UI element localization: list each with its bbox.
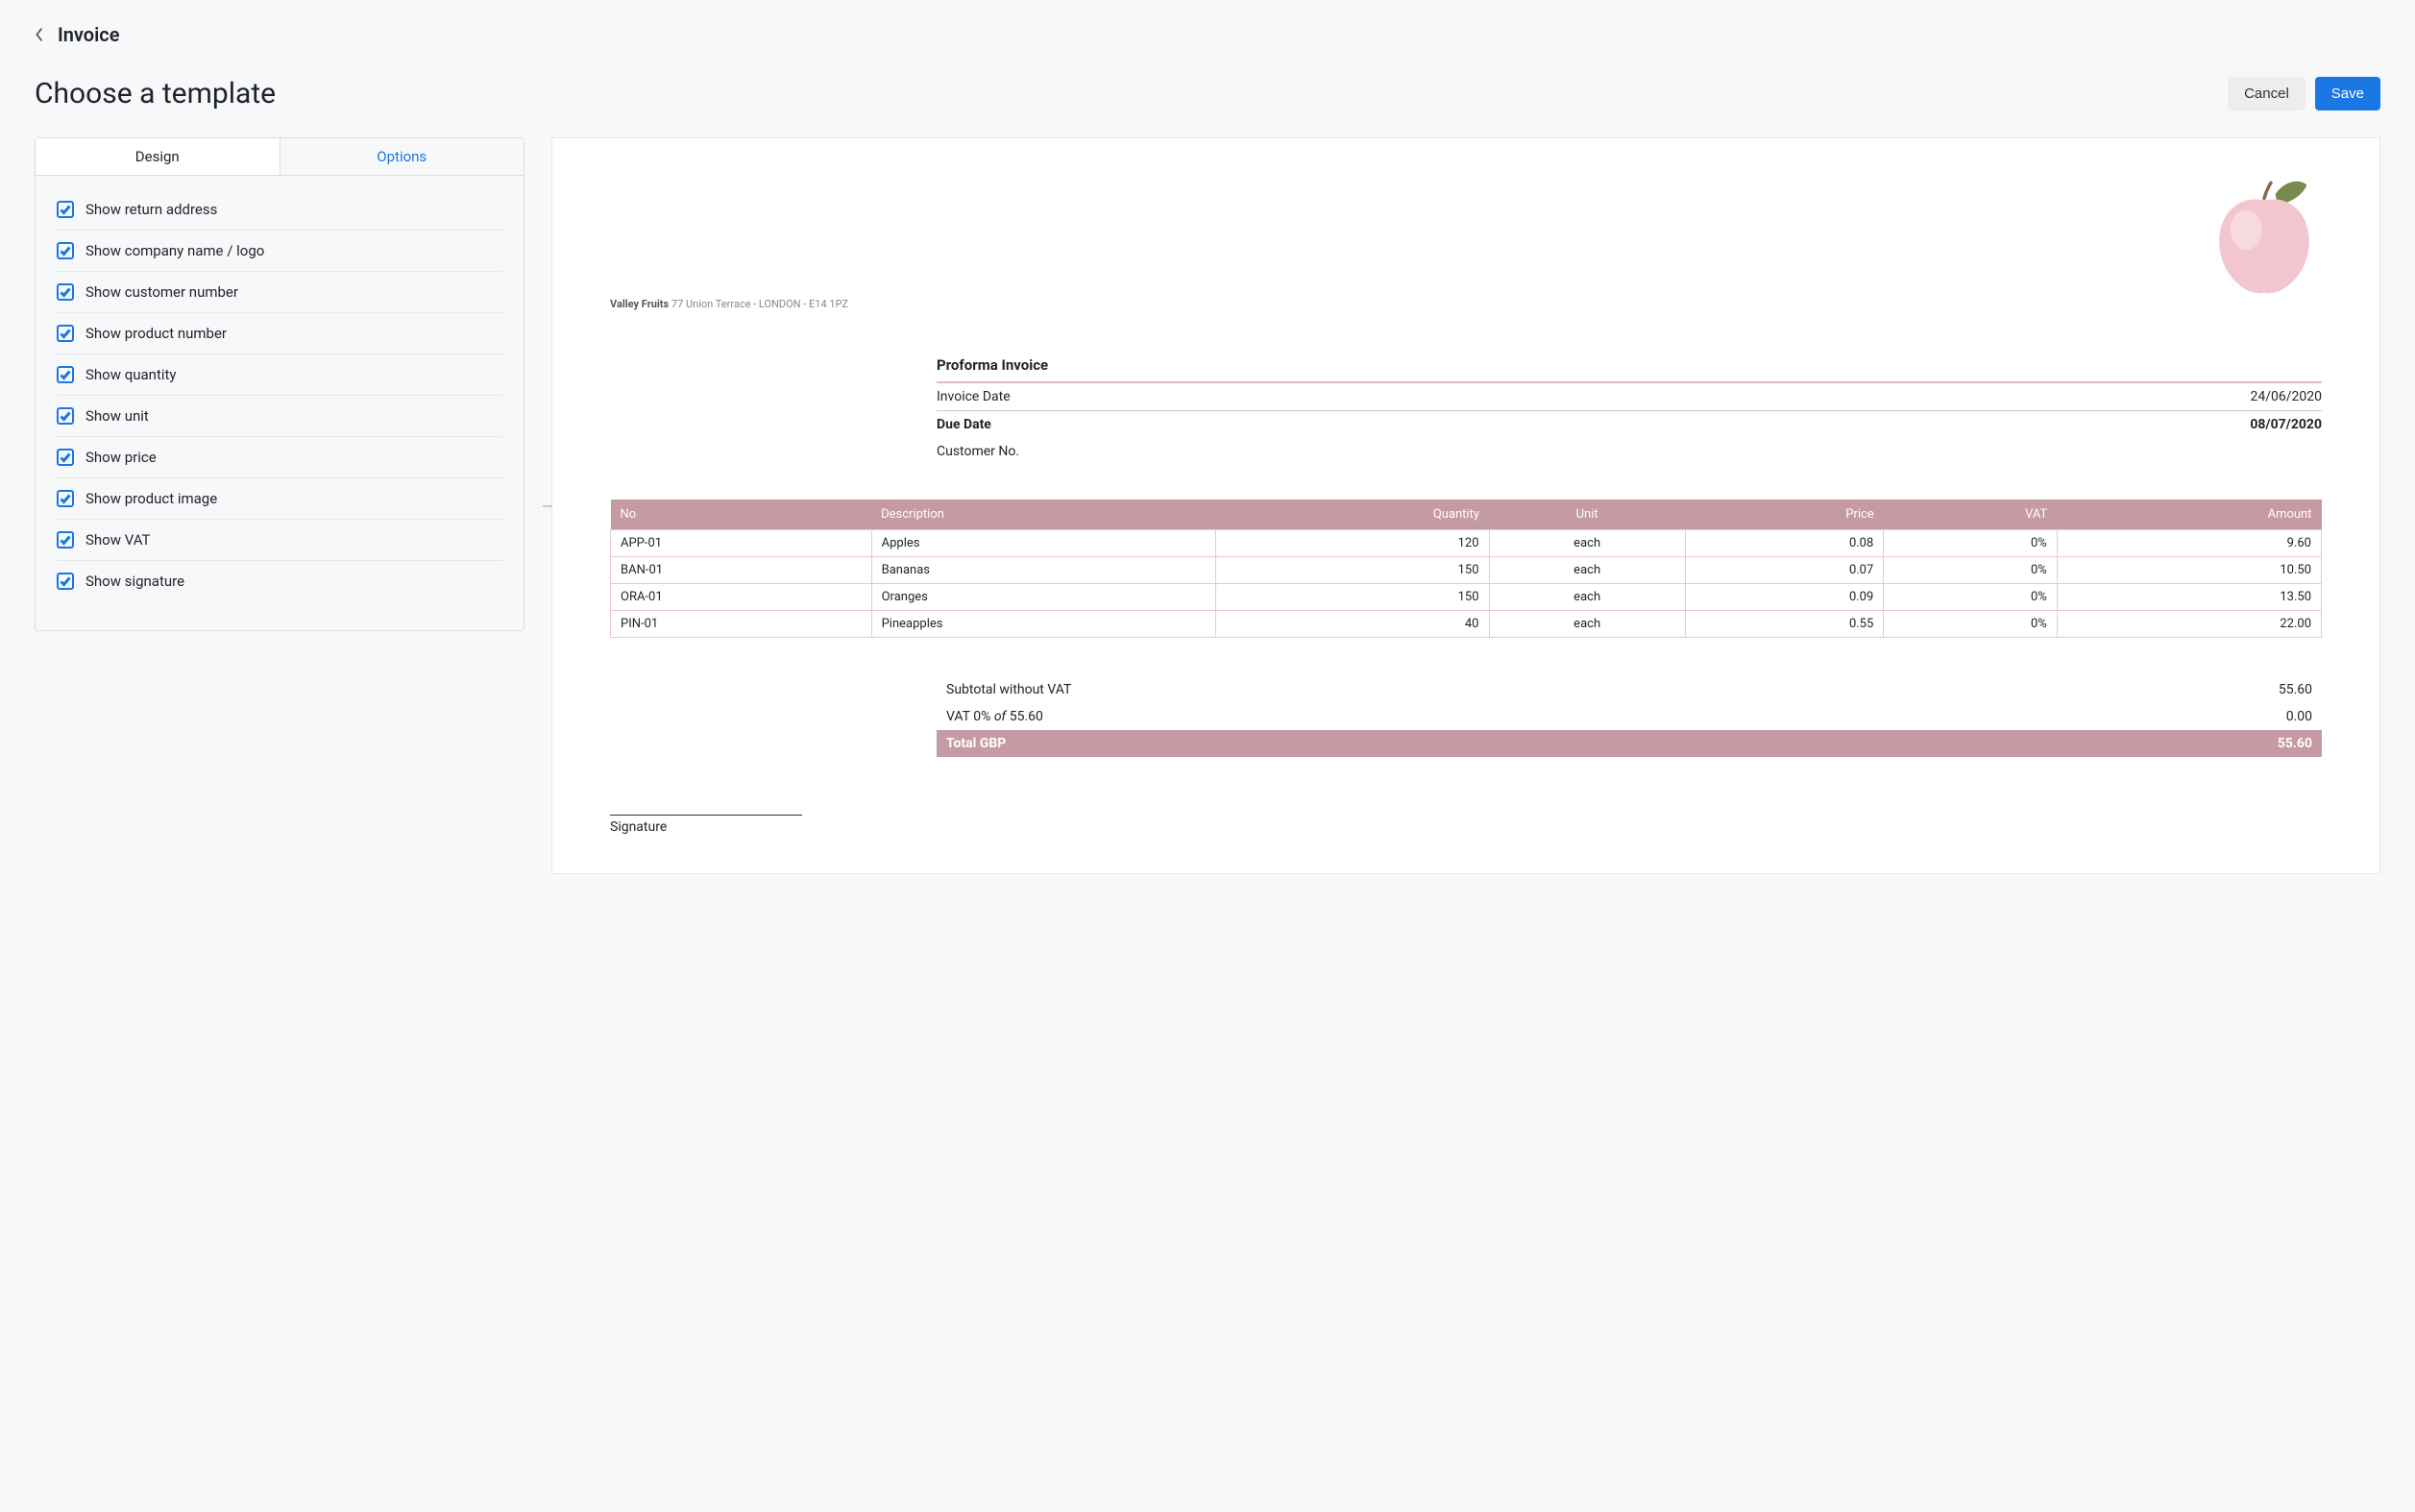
checkbox-1[interactable]: [57, 242, 74, 259]
option-label: Show product number: [85, 325, 227, 342]
table-row: PIN-01Pineapples40each0.550%22.00: [611, 611, 2322, 638]
table-row: ORA-01Oranges150each0.090%13.50: [611, 584, 2322, 611]
invoice-preview: Valley Fruits 77 Union Terrace - LONDON …: [551, 137, 2380, 874]
signature-line: [610, 815, 802, 816]
vat-line-label: VAT 0% of 55.60: [946, 709, 1043, 724]
checkbox-8[interactable]: [57, 531, 74, 549]
back-chevron-icon[interactable]: [35, 28, 46, 41]
checkbox-3[interactable]: [57, 325, 74, 342]
option-label: Show VAT: [85, 531, 151, 549]
col-unit: Unit: [1489, 500, 1685, 530]
checkbox-0[interactable]: [57, 201, 74, 218]
col-amount: Amount: [2057, 500, 2321, 530]
checkbox-7[interactable]: [57, 490, 74, 507]
option-label: Show company name / logo: [85, 242, 264, 259]
cancel-button[interactable]: Cancel: [2228, 77, 2305, 110]
customer-no-label: Customer No.: [937, 444, 1019, 459]
document-title: Proforma Invoice: [937, 349, 2322, 383]
invoice-date-value: 24/06/2020: [2251, 389, 2323, 404]
col-description: Description: [871, 500, 1215, 530]
option-label: Show quantity: [85, 366, 177, 383]
checkbox-9[interactable]: [57, 573, 74, 590]
col-price: Price: [1685, 500, 1884, 530]
design-panel: Design Options Show return address Show c…: [35, 137, 524, 631]
option-label: Show price: [85, 449, 157, 466]
total-value: 55.60: [2278, 736, 2312, 751]
due-date-label: Due Date: [937, 417, 991, 432]
option-label: Show unit: [85, 407, 149, 425]
resize-handle-left[interactable]: [543, 505, 552, 507]
signature-label: Signature: [610, 819, 667, 835]
subtotal-value: 55.60: [2279, 682, 2312, 697]
checkbox-5[interactable]: [57, 407, 74, 425]
checkbox-2[interactable]: [57, 283, 74, 301]
breadcrumb[interactable]: Invoice: [58, 23, 120, 46]
checkbox-6[interactable]: [57, 449, 74, 466]
table-row: APP-01Apples120each0.080%9.60: [611, 530, 2322, 557]
line-items-table: No Description Quantity Unit Price VAT A…: [610, 500, 2322, 638]
invoice-date-label: Invoice Date: [937, 389, 1011, 404]
total-label: Total GBP: [946, 736, 1006, 751]
tab-options[interactable]: Options: [281, 138, 524, 175]
option-label: Show signature: [85, 573, 184, 590]
page-title: Choose a template: [35, 77, 276, 110]
return-address: Valley Fruits 77 Union Terrace - LONDON …: [610, 298, 2322, 310]
company-logo: [2197, 167, 2331, 302]
tab-design[interactable]: Design: [36, 138, 281, 175]
table-row: BAN-01Bananas150each0.070%10.50: [611, 557, 2322, 584]
option-label: Show customer number: [85, 283, 238, 301]
option-label: Show product image: [85, 490, 217, 507]
checkbox-4[interactable]: [57, 366, 74, 383]
vat-line-value: 0.00: [2286, 709, 2312, 724]
col-vat: VAT: [1884, 500, 2057, 530]
col-quantity: Quantity: [1215, 500, 1489, 530]
col-no: No: [611, 500, 872, 530]
due-date-value: 08/07/2020: [2250, 417, 2322, 432]
save-button[interactable]: Save: [2315, 77, 2380, 110]
option-label: Show return address: [85, 201, 217, 218]
subtotal-label: Subtotal without VAT: [946, 682, 1071, 697]
